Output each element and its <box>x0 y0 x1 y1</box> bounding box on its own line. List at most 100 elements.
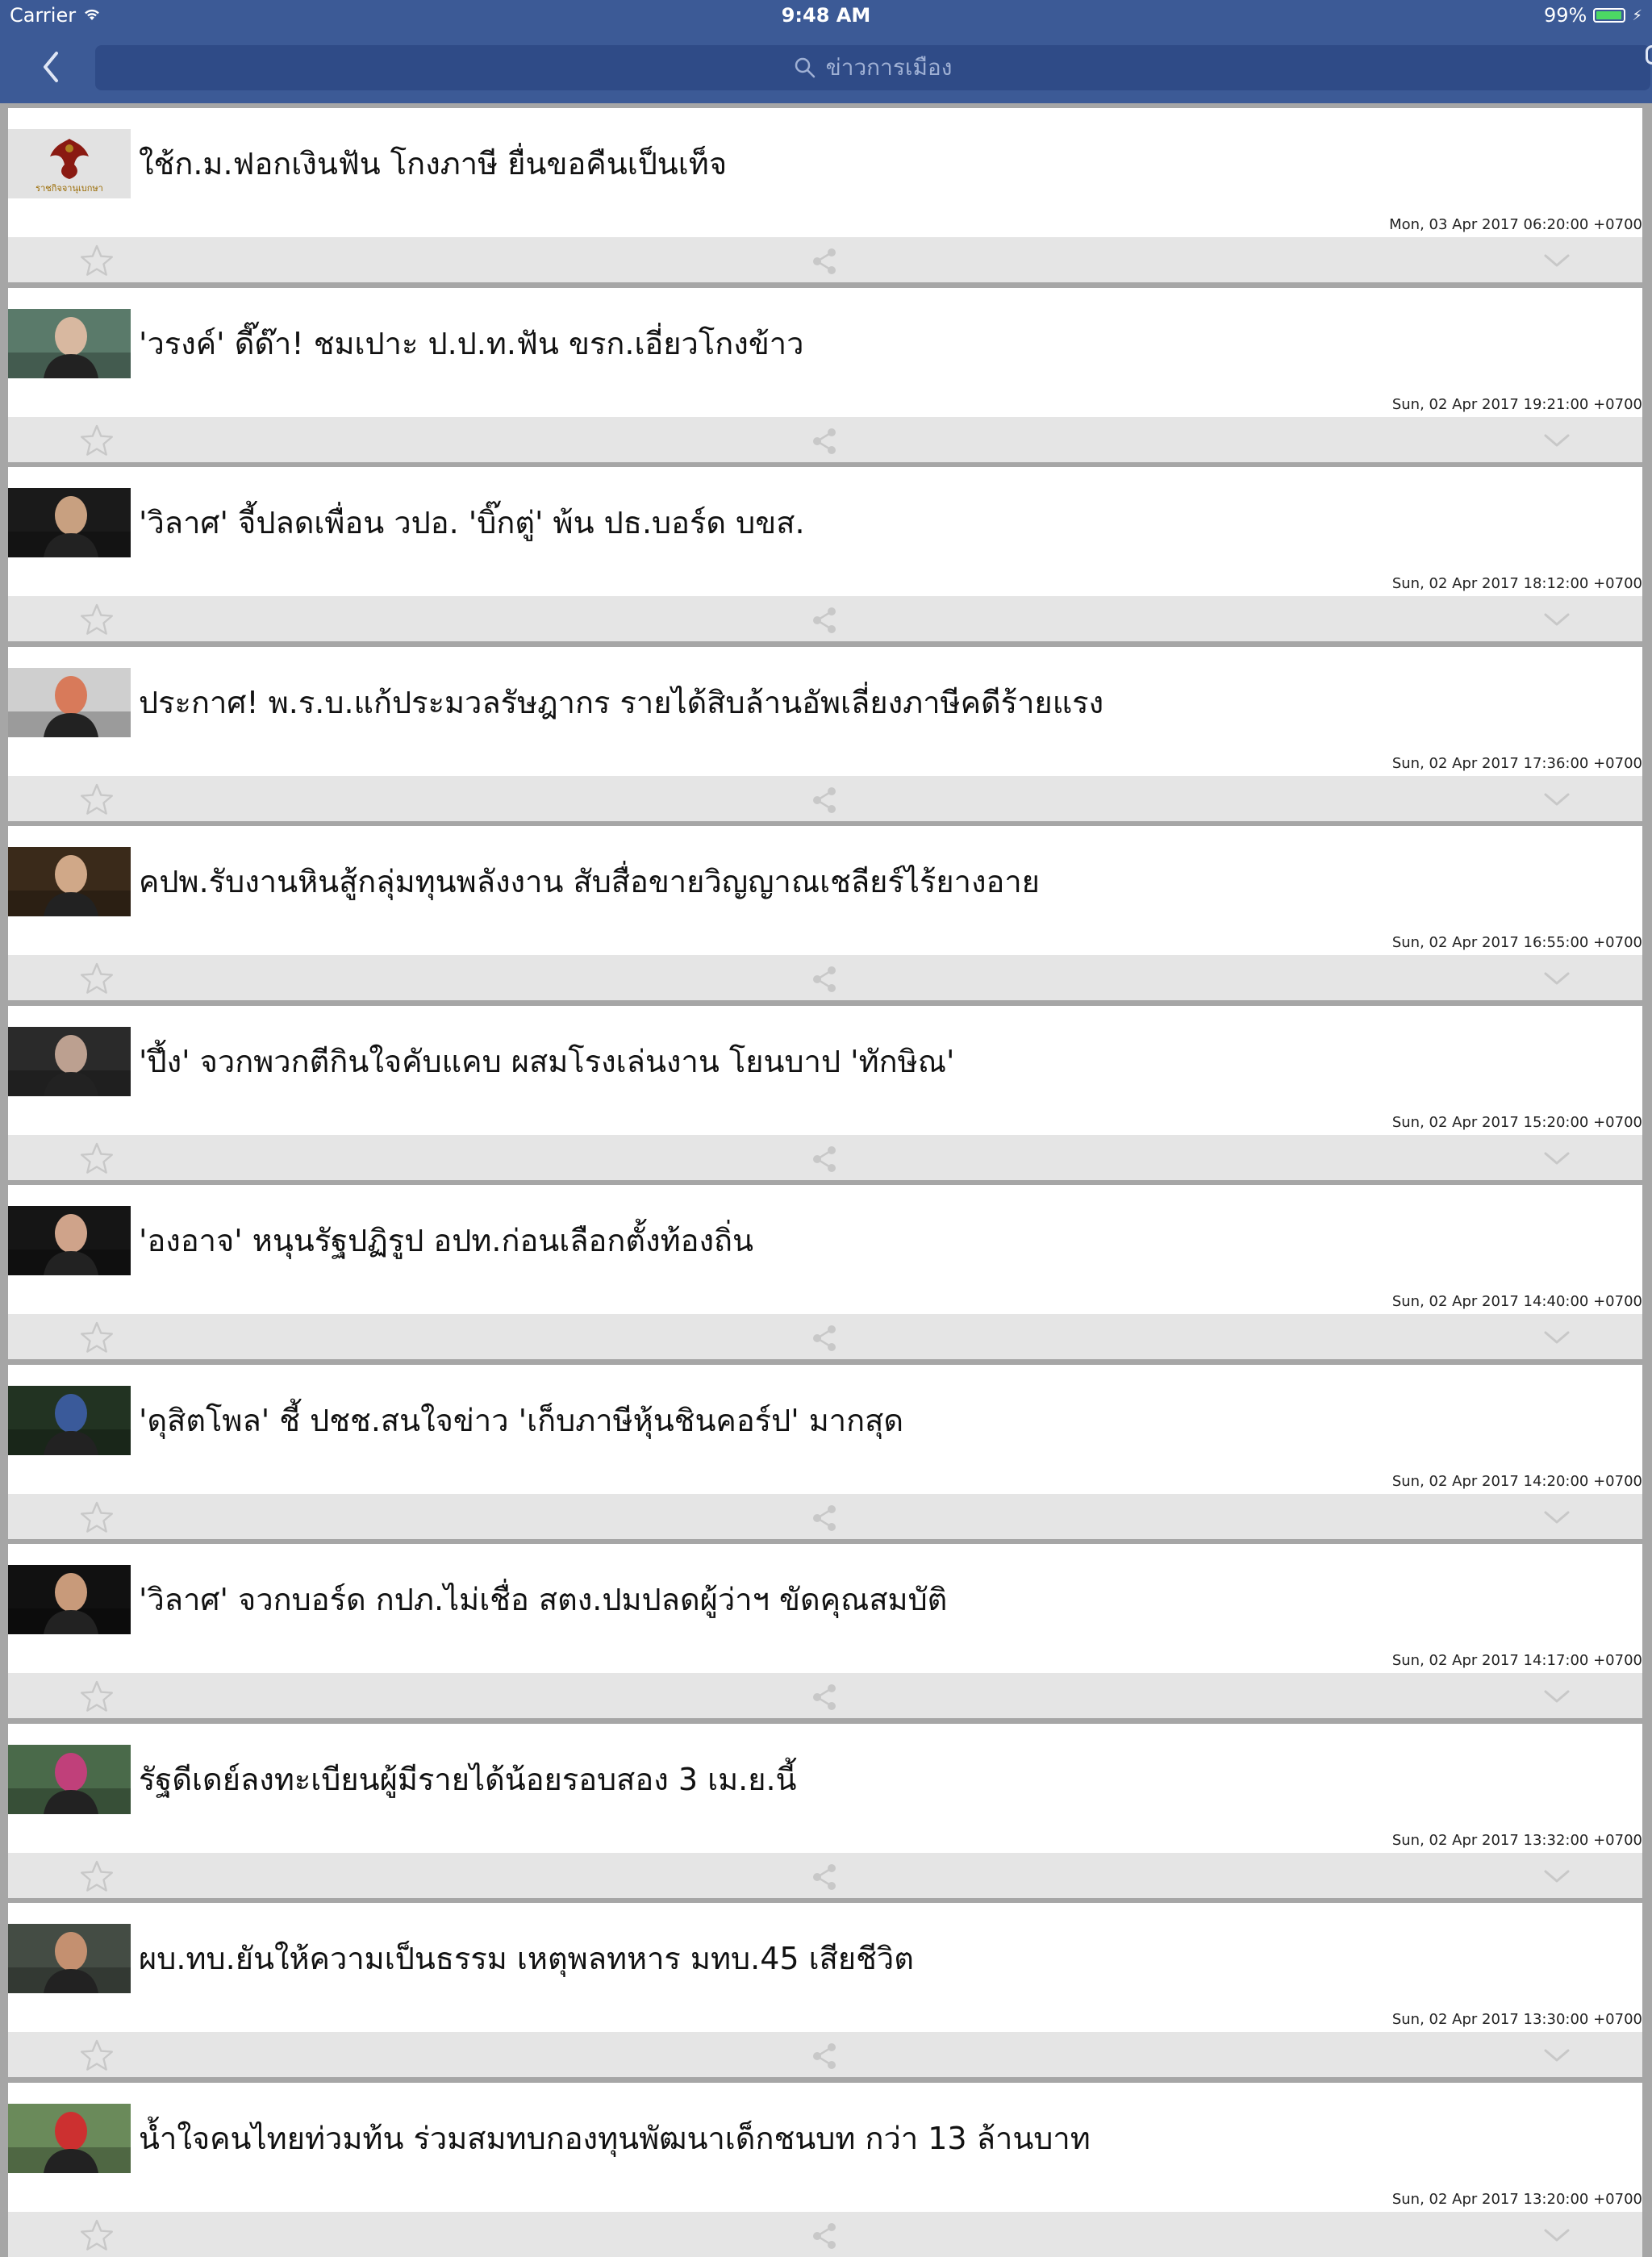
article-timestamp: Sun, 02 Apr 2017 19:21:00 +0700 <box>1391 395 1642 413</box>
clock: 9:48 AM <box>781 4 871 27</box>
battery-icon <box>1593 8 1626 23</box>
share-icon[interactable] <box>810 427 839 456</box>
chevron-down-icon[interactable] <box>1542 2043 1571 2067</box>
share-icon[interactable] <box>810 2042 839 2071</box>
star-icon[interactable] <box>79 1679 115 1713</box>
chevron-down-icon[interactable] <box>1542 1864 1571 1888</box>
star-icon[interactable] <box>79 244 115 277</box>
news-item[interactable]: 'องอาจ' หนุนรัฐปฏิรูป อปท.ก่อนเลือกตั้งท… <box>8 1185 1642 1359</box>
navigation-bar: ข่าวการเมือง <box>0 34 1652 103</box>
article-thumbnail[interactable] <box>8 667 131 737</box>
share-icon[interactable] <box>810 2222 839 2251</box>
article-headline[interactable]: ใช้ก.ม.ฟอกเงินฟัน โกงภาษี ยื่นขอคืนเป็นเ… <box>139 139 1626 188</box>
article-headline[interactable]: 'วิลาศ' จี้ปลดเพื่อน วปอ. 'บิ๊กตู่' พ้น … <box>139 498 1626 547</box>
article-timestamp: Sun, 02 Apr 2017 14:40:00 +0700 <box>1391 1293 1642 1310</box>
chevron-down-icon[interactable] <box>1542 428 1571 453</box>
star-icon[interactable] <box>79 2038 115 2072</box>
star-icon[interactable] <box>79 1500 115 1534</box>
article-thumbnail[interactable] <box>8 488 131 557</box>
article-thumbnail[interactable] <box>8 1744 131 1814</box>
article-headline[interactable]: 'วิลาศ' จวกบอร์ด กปภ.ไม่เชื่อ สตง.ปมปลดผ… <box>139 1575 1626 1624</box>
chevron-down-icon[interactable] <box>1542 2223 1571 2247</box>
news-item[interactable]: รัฐดีเดย์ลงทะเบียนผู้มีรายได้น้อยรอบสอง … <box>8 1723 1642 1898</box>
article-thumbnail[interactable] <box>8 2103 131 2173</box>
article-timestamp: Sun, 02 Apr 2017 13:30:00 +0700 <box>1391 2011 1642 2028</box>
article-action-bar <box>8 1314 1642 1359</box>
chevron-down-icon[interactable] <box>1542 1505 1571 1529</box>
article-thumbnail[interactable]: ราชกิจจานุเบกษา <box>8 129 131 198</box>
news-item[interactable]: 'วิลาศ' จี้ปลดเพื่อน วปอ. 'บิ๊กตู่' พ้น … <box>8 467 1642 641</box>
share-icon[interactable] <box>810 606 839 635</box>
article-thumbnail[interactable] <box>8 1206 131 1275</box>
share-icon[interactable] <box>810 1145 839 1174</box>
share-icon[interactable] <box>810 1324 839 1353</box>
article-headline[interactable]: 'ดุสิตโพล' ชี้ ปชช.สนใจข่าว 'เก็บภาษีหุ้… <box>139 1396 1626 1445</box>
article-action-bar <box>8 1493 1642 1539</box>
article-timestamp: Sun, 02 Apr 2017 16:55:00 +0700 <box>1391 934 1642 951</box>
article-action-bar <box>8 1852 1642 1898</box>
back-button[interactable] <box>32 44 73 90</box>
news-item[interactable]: น้ำใจคนไทยท่วมท้น ร่วมสมทบกองทุนพัฒนาเด็… <box>8 2082 1642 2257</box>
chevron-down-icon[interactable] <box>1542 966 1571 991</box>
article-thumbnail[interactable] <box>8 1565 131 1634</box>
chevron-down-icon[interactable] <box>1542 1684 1571 1708</box>
star-icon[interactable] <box>79 423 115 457</box>
article-headline[interactable]: 'องอาจ' หนุนรัฐปฏิรูป อปท.ก่อนเลือกตั้งท… <box>139 1216 1626 1265</box>
star-icon[interactable] <box>79 1141 115 1175</box>
news-item[interactable]: 'วรงค์' ดี๊ด๊า! ชมเปาะ ป.ป.ท.ฟัน ขรก.เอี… <box>8 287 1642 462</box>
chevron-down-icon[interactable] <box>1542 1325 1571 1350</box>
news-item[interactable]: ราชกิจจานุเบกษา ใช้ก.ม.ฟอกเงินฟัน โกงภาษี… <box>8 108 1642 282</box>
battery-percent: 99% <box>1544 4 1587 27</box>
share-icon[interactable] <box>810 965 839 994</box>
article-headline[interactable]: ประกาศ! พ.ร.บ.แก้ประมวลรัษฎากร รายได้สิบ… <box>139 678 1626 727</box>
news-item[interactable]: 'ปึ้ง' จวกพวกตีกินใจคับแคบ ผสมโรงเล่นงาน… <box>8 1005 1642 1180</box>
share-icon[interactable] <box>810 1863 839 1892</box>
chevron-down-icon[interactable] <box>1542 248 1571 273</box>
star-icon[interactable] <box>79 782 115 816</box>
article-action-bar <box>8 1673 1642 1718</box>
article-timestamp: Sun, 02 Apr 2017 14:17:00 +0700 <box>1391 1652 1642 1669</box>
article-thumbnail[interactable] <box>8 1385 131 1455</box>
chevron-left-icon <box>44 52 58 82</box>
article-action-bar <box>8 775 1642 821</box>
news-item[interactable]: ผบ.ทบ.ยันให้ความเป็นธรรม เหตุพลทหาร มทบ.… <box>8 1903 1642 2077</box>
share-icon[interactable] <box>810 1683 839 1712</box>
article-thumbnail[interactable] <box>8 1026 131 1096</box>
search-icon <box>795 57 815 78</box>
article-action-bar <box>8 2032 1642 2077</box>
star-icon[interactable] <box>79 962 115 995</box>
chevron-down-icon[interactable] <box>1542 607 1571 632</box>
article-headline[interactable]: 'ปึ้ง' จวกพวกตีกินใจคับแคบ ผสมโรงเล่นงาน… <box>139 1037 1626 1086</box>
article-timestamp: Sun, 02 Apr 2017 14:20:00 +0700 <box>1391 1472 1642 1490</box>
article-timestamp: Sun, 02 Apr 2017 13:20:00 +0700 <box>1391 2190 1642 2208</box>
star-icon[interactable] <box>79 603 115 636</box>
article-timestamp: Mon, 03 Apr 2017 06:20:00 +0700 <box>1389 216 1642 233</box>
article-action-bar <box>8 416 1642 462</box>
article-thumbnail[interactable] <box>8 1924 131 1993</box>
article-headline[interactable]: 'วรงค์' ดี๊ด๊า! ชมเปาะ ป.ป.ท.ฟัน ขรก.เอี… <box>139 319 1626 368</box>
star-icon[interactable] <box>79 1859 115 1893</box>
news-item[interactable]: 'ดุสิตโพล' ชี้ ปชช.สนใจข่าว 'เก็บภาษีหุ้… <box>8 1364 1642 1539</box>
share-icon[interactable] <box>810 1504 839 1533</box>
news-item[interactable]: คปพ.รับงานหินสู้กลุ่มทุนพลังงาน สับสื่อข… <box>8 826 1642 1000</box>
star-icon[interactable] <box>79 1320 115 1354</box>
charging-icon: ⚡ <box>1632 6 1642 24</box>
chevron-down-icon[interactable] <box>1542 787 1571 811</box>
article-headline[interactable]: ผบ.ทบ.ยันให้ความเป็นธรรม เหตุพลทหาร มทบ.… <box>139 1934 1626 1983</box>
article-thumbnail[interactable] <box>8 847 131 916</box>
article-headline[interactable]: น้ำใจคนไทยท่วมท้น ร่วมสมทบกองทุนพัฒนาเด็… <box>139 2113 1626 2163</box>
news-item[interactable]: 'วิลาศ' จวกบอร์ด กปภ.ไม่เชื่อ สตง.ปมปลดผ… <box>8 1544 1642 1718</box>
share-icon[interactable] <box>810 247 839 276</box>
article-action-bar <box>8 237 1642 282</box>
article-timestamp: Sun, 02 Apr 2017 17:36:00 +0700 <box>1391 754 1642 772</box>
article-headline[interactable]: รัฐดีเดย์ลงทะเบียนผู้มีรายได้น้อยรอบสอง … <box>139 1754 1626 1804</box>
star-icon[interactable] <box>79 2218 115 2252</box>
news-item[interactable]: ประกาศ! พ.ร.บ.แก้ประมวลรัษฎากร รายได้สิบ… <box>8 646 1642 821</box>
search-input[interactable]: ข่าวการเมือง <box>95 45 1650 90</box>
article-thumbnail[interactable] <box>8 308 131 378</box>
chevron-down-icon[interactable] <box>1542 1146 1571 1170</box>
article-headline[interactable]: คปพ.รับงานหินสู้กลุ่มทุนพลังงาน สับสื่อข… <box>139 857 1626 906</box>
share-icon[interactable] <box>810 786 839 815</box>
status-right: 99% ⚡ <box>1544 4 1642 27</box>
article-timestamp: Sun, 02 Apr 2017 18:12:00 +0700 <box>1391 575 1642 592</box>
